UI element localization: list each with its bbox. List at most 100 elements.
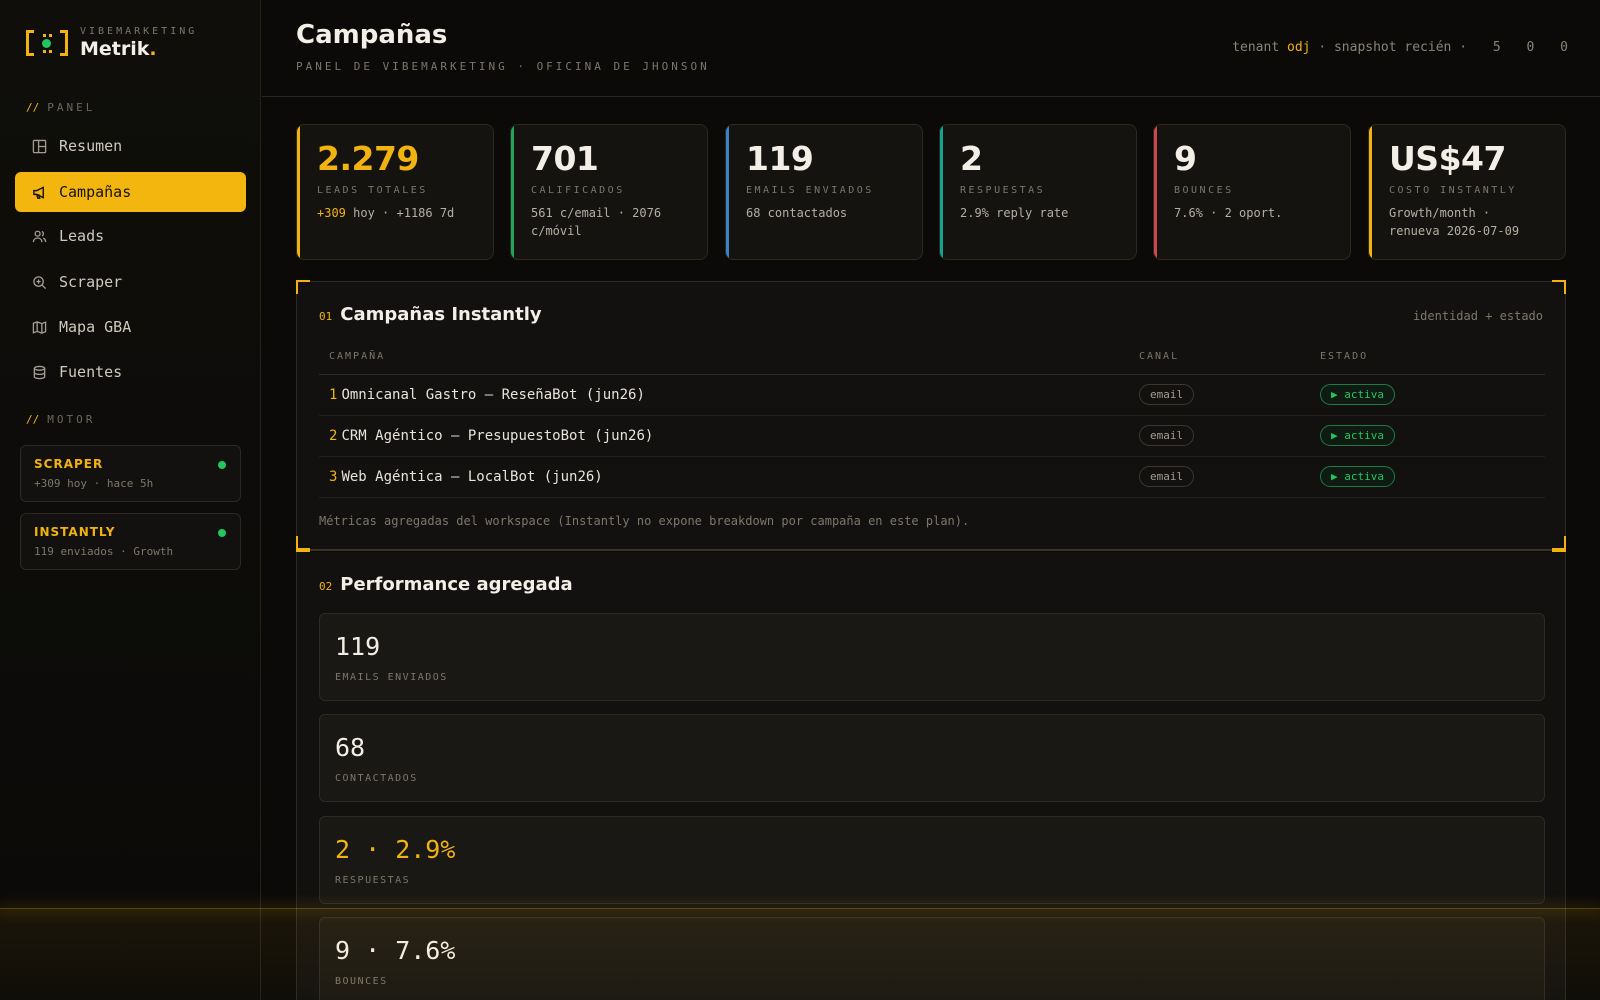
engine-status-text: 119 enviados · Growth [34,545,174,558]
layout-icon [31,138,47,154]
metric-label: CONTACTADOS [335,773,418,784]
engine-card-scraper[interactable]: SCRAPER +309 hoy · hace 5h [20,445,241,502]
campaign-name-cell: 2 CRM Agéntico — PresupuestoBot (jun26) [319,415,1129,457]
metric-label: EMAILS ENVIADOS [335,672,448,683]
kpi-card-emails: 119 EMAILS ENVIADOS 68 contactados [725,124,923,260]
sidebar-item-leads[interactable]: Leads [15,216,246,256]
kpi-value: 2 [960,139,983,178]
column-header[interactable]: CAMPAÑA [319,340,1129,375]
sidebar: VIBEMARKETING Metrik. //PANEL Resumen Ca… [0,0,261,1000]
kpi-card-bounces: 9 BOUNCES 7.6% · 2 oport. [1153,124,1351,260]
metric-label: BOUNCES [335,976,388,987]
sidebar-item-label: Scraper [59,273,123,291]
kpi-value: 119 [746,139,814,178]
search-icon [31,274,47,290]
kpi-label: EMAILS ENVIADOS [746,185,874,196]
channel-cell: email [1129,374,1310,416]
kpi-sub: +309 hoy · +1186 7d [317,206,455,220]
kpi-value: US$47 [1389,139,1506,178]
sidebar-item-resumen[interactable]: Resumen [15,126,246,166]
channel-cell: email [1129,456,1310,498]
page-title: Campañas [296,20,448,50]
sidebar-item-label: Fuentes [59,363,123,381]
table-row[interactable]: 1 Omnicanal Gastro — ReseñaBot (jun26) em… [319,374,1545,416]
channel-chip: email [1139,384,1195,405]
metric-card-contactados: 68 CONTACTADOS [319,714,1545,802]
panel-number: 02 [319,580,333,593]
users-icon [31,228,47,244]
sidebar-item-campanas[interactable]: Campañas [15,172,246,212]
status-dot [218,529,226,537]
sidebar-item-label: Mapa GBA [59,318,132,336]
panel-title: Performance agregada [340,574,573,595]
table-row[interactable]: 2 CRM Agéntico — PresupuestoBot (jun26) e… [319,415,1545,457]
sidebar-item-fuentes[interactable]: Fuentes [15,352,246,392]
header-count: 0 [1526,40,1535,55]
kpi-card-respuestas: 2 RESPUESTAS 2.9% reply rate [939,124,1137,260]
header-status: tenant odj · snapshot recién · 5 0 0 [1232,40,1568,55]
kpi-card-leads: 2.279 LEADS TOTALES +309 hoy · +1186 7d [296,124,494,260]
sidebar-item-mapa-gba[interactable]: Mapa GBA [15,307,246,347]
header-count: 0 [1560,40,1568,55]
kpi-sub: 561 c/email · 2076 c/móvil [531,206,662,238]
metric-value: 9 · 7.6% [335,936,456,965]
sidebar-item-label: Campañas [59,183,132,201]
panel-header: 01 Campañas Instantly [319,304,542,325]
brand-name: Metrik. [80,38,157,60]
table-row[interactable]: 3 Web Agéntica — LocalBot (jun26) email ▶… [319,456,1545,498]
campaigns-panel: 01 Campañas Instantly identidad + estado… [296,281,1566,551]
metric-card-emails: 119 EMAILS ENVIADOS [319,613,1545,701]
channel-chip: email [1139,466,1195,487]
column-header[interactable]: CANAL [1129,340,1310,375]
kpi-label: CALIFICADOS [531,185,625,196]
status-badge: ▶ activa [1320,425,1395,446]
section-label-motor: //MOTOR [26,413,96,426]
campaign-name-cell: 1 Omnicanal Gastro — ReseñaBot (jun26) [319,374,1129,416]
campaign-name-cell: 3 Web Agéntica — LocalBot (jun26) [319,456,1129,498]
status-cell: ▶ activa [1310,456,1545,498]
status-cell: ▶ activa [1310,415,1545,457]
kpi-label: COSTO INSTANTLY [1389,185,1517,196]
engine-status-text: +309 hoy · hace 5h [34,477,154,490]
page-header: Campañas PANEL DE VIBEMARKETING · OFICIN… [262,0,1600,97]
status-dot [218,461,226,469]
kpi-sub: 7.6% · 2 oport. [1174,206,1283,220]
tenant-value[interactable]: odj [1287,40,1310,55]
kpi-label: BOUNCES [1174,185,1234,196]
kpi-value: 701 [531,139,599,178]
metric-card-respuestas: 2 · 2.9% RESPUESTAS [319,816,1545,904]
kpi-card-costo: US$47 COSTO INSTANTLY Growth/month · ren… [1368,124,1566,260]
snapshot-text: · snapshot recién · [1318,40,1468,55]
campaigns-table: CAMPAÑA CANAL ESTADO 1 Omnicanal Gastro —… [319,340,1545,498]
section-label-panel: //PANEL [26,101,96,114]
panel-note: identidad + estado [1412,309,1543,323]
column-header[interactable]: ESTADO [1310,340,1545,375]
metric-value: 2 · 2.9% [335,835,456,864]
panel-title: Campañas Instantly [340,304,542,325]
kpi-sub: Growth/month · renueva 2026-07-09 [1389,206,1520,238]
status-badge: ▶ activa [1320,384,1395,405]
kpi-card-calificados: 701 CALIFICADOS 561 c/email · 2076 c/móv… [510,124,708,260]
panel-footnote: Métricas agregadas del workspace (Instan… [319,514,970,528]
engine-title: INSTANTLY [34,525,116,539]
channel-cell: email [1129,415,1310,457]
panel-number: 01 [319,310,333,323]
map-icon [31,319,47,335]
kpi-value: 9 [1174,139,1197,178]
metric-label: RESPUESTAS [335,875,411,886]
kpi-sub: 2.9% reply rate [960,206,1069,220]
corner-bracket [296,280,310,294]
sidebar-item-label: Resumen [59,137,123,155]
engine-card-instantly[interactable]: INSTANTLY 119 enviados · Growth [20,513,241,570]
database-icon [31,364,47,380]
status-badge: ▶ activa [1320,466,1395,487]
brand[interactable]: VIBEMARKETING Metrik. [26,26,197,60]
kpi-sub: 68 contactados [746,206,848,220]
scanline-glow [0,908,1600,909]
metric-value: 119 [335,632,381,661]
performance-panel: 02 Performance agregada 119 EMAILS ENVIA… [296,552,1566,1000]
channel-chip: email [1139,425,1195,446]
engine-title: SCRAPER [34,457,104,471]
panel-header: 02 Performance agregada [319,574,573,595]
sidebar-item-scraper[interactable]: Scraper [15,262,246,302]
